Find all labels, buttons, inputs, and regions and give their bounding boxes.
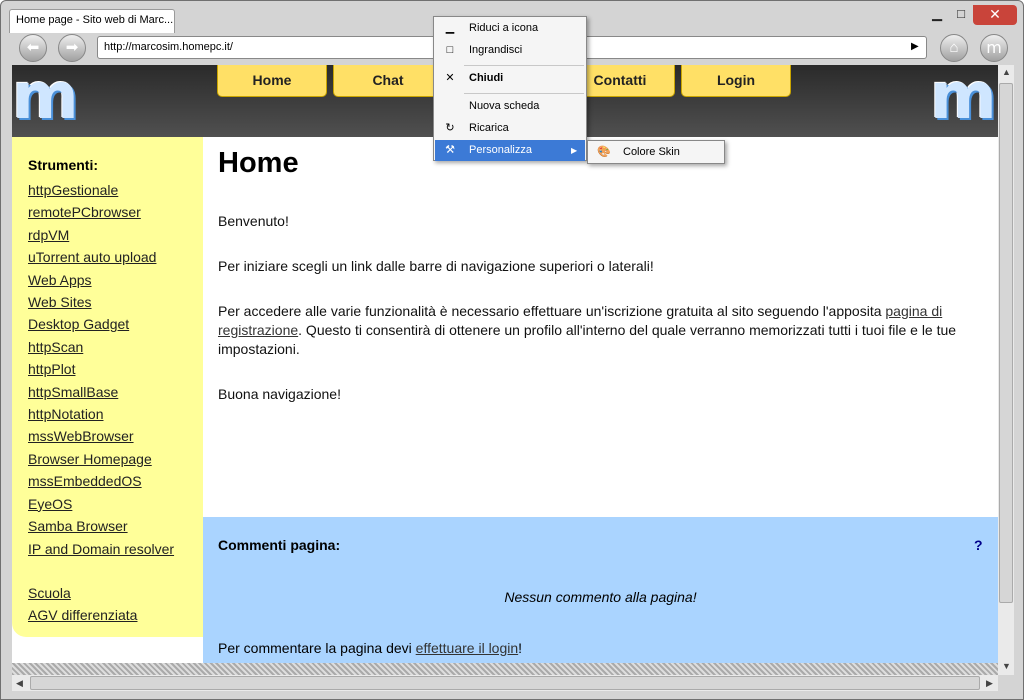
sidebar-link[interactable]: httpGestionale [28,179,203,201]
forward-arrow-icon[interactable]: ➡ [58,34,86,62]
menu-item-label: Ricarica [469,122,509,134]
menu-item-label: Colore Skin [623,146,680,158]
register-paragraph: Per accedere alle varie funzionalità è n… [218,302,983,359]
sidebar-link[interactable]: mssWebBrowser [28,425,203,447]
maximize-icon: □ [446,44,454,56]
submenu: 🎨 Colore Skin [587,140,725,164]
menu-item-label: Ingrandisci [469,44,523,56]
register-text-after: . Questo ti consentirà di ottenere un pr… [218,322,957,357]
palette-icon: 🎨 [597,146,611,158]
back-arrow-icon[interactable]: ⬅ [19,34,47,62]
menu-item-maximize[interactable]: □ Ingrandisci [435,40,585,61]
sidebar-link[interactable]: EyeOS [28,493,203,515]
scroll-right-icon[interactable]: ▶ [986,678,993,689]
sidebar-link[interactable]: Samba Browser [28,515,203,537]
context-menu: ▁ Riduci a icona □ Ingrandisci ✕ Chiudi Nuo… [433,16,587,161]
browser-tab[interactable]: Home page - Sito web di Marc... [9,9,175,33]
sidebar-link[interactable]: rdpVM [28,224,203,246]
close-icon[interactable]: ✕ [973,5,1017,25]
welcome-text: Benvenuto! [218,213,289,229]
home-icon[interactable]: ⌂ [940,34,968,62]
sidebar-title: Strumenti: [28,157,98,173]
sidebar-link[interactable]: httpSmallBase [28,381,203,403]
sidebar-link[interactable]: IP and Domain resolver [28,538,203,560]
menu-separator [464,93,584,94]
sidebar-link[interactable]: httpNotation [28,403,203,425]
vertical-scroll-thumb[interactable] [999,83,1013,603]
wrench-icon: ⚒ [445,144,455,156]
horizontal-scroll-thumb[interactable] [30,676,980,690]
menu-item-close[interactable]: ✕ Chiudi [435,68,585,89]
register-text: Per accedere alle varie funzionalità è n… [218,303,886,319]
login-suffix: ! [518,640,523,656]
reload-icon: ↻ [445,122,455,134]
nav-chat[interactable]: Chat [333,65,443,97]
minimize-icon: ▁ [445,22,455,34]
sidebar-links: httpGestionale remotePCbrowser rdpVM uTorre… [28,179,203,560]
login-prompt: Per commentare la pagina devi [218,640,416,656]
comments-title: Commenti pagina: [218,537,341,553]
submenu-arrow-icon: ▶ [571,146,578,155]
minimize-icon[interactable]: ▁ [925,5,949,25]
close-icon: ✕ [445,72,455,84]
sidebar-link[interactable]: httpPlot [28,358,203,380]
main-content: Home Benvenuto! Per iniziare scegli un l… [203,137,998,517]
sidebar-link[interactable]: Scuola [28,582,203,604]
menu-item-customize[interactable]: ⚒ Personalizza ▶ [435,140,585,161]
menu-item-label: Nuova scheda [469,100,540,112]
help-icon[interactable]: ? [974,537,983,553]
menu-separator [464,65,584,66]
go-arrow-icon[interactable]: ▶ [911,41,919,52]
nav-home[interactable]: Home [217,65,327,97]
menu-item-label: Riduci a icona [469,22,539,34]
nav-login[interactable]: Login [681,65,791,97]
vertical-scrollbar[interactable]: ▲ ▼ [998,65,1014,675]
horizontal-scrollbar[interactable]: ◀ ▶ [12,675,998,691]
site-logo-left: m [12,65,79,134]
scroll-left-icon[interactable]: ◀ [16,678,23,689]
sidebar-link[interactable]: httpScan [28,336,203,358]
menu-item-skin-color[interactable]: 🎨 Colore Skin [589,142,723,163]
goodbye-text: Buona navigazione! [218,386,341,402]
scroll-down-icon[interactable]: ▼ [1002,661,1011,671]
intro-text: Per iniziare scegli un link dalle barre … [218,258,654,274]
no-comments-text: Nessun commento alla pagina! [504,589,697,605]
scroll-up-icon[interactable]: ▲ [1002,67,1011,77]
menu-item-reload[interactable]: ↻ Ricarica [435,118,585,139]
sidebar-link[interactable]: Web Apps [28,269,203,291]
site-logo-right: m [930,65,997,134]
comment-login-text: Per commentare la pagina devi effettuare… [218,640,983,656]
sidebar-link[interactable]: uTorrent auto upload [28,246,203,268]
sidebar-link[interactable]: Browser Homepage [28,448,203,470]
browser-menu-button[interactable]: m [980,34,1008,62]
sidebar-link[interactable]: remotePCbrowser [28,201,203,223]
menu-item-new-tab[interactable]: Nuova scheda [435,96,585,117]
sidebar-links-extra: Scuola AGV differenziata [28,582,203,627]
menu-item-label: Chiudi [469,72,504,84]
sidebar: Strumenti: httpGestionale remotePCbrowser… [12,137,203,637]
login-link[interactable]: effettuare il login [416,640,518,656]
sidebar-link[interactable]: Desktop Gadget [28,313,203,335]
sidebar-link[interactable]: mssEmbeddedOS [28,470,203,492]
sidebar-link[interactable]: AGV differenziata [28,604,203,626]
menu-item-minimize[interactable]: ▁ Riduci a icona [435,18,585,39]
comments-section: Commenti pagina: ? Nessun commento alla … [203,517,998,663]
page-footer-strip [12,663,998,675]
maximize-icon[interactable]: □ [951,5,971,25]
sidebar-link[interactable]: Web Sites [28,291,203,313]
menu-item-label: Personalizza [469,144,532,156]
